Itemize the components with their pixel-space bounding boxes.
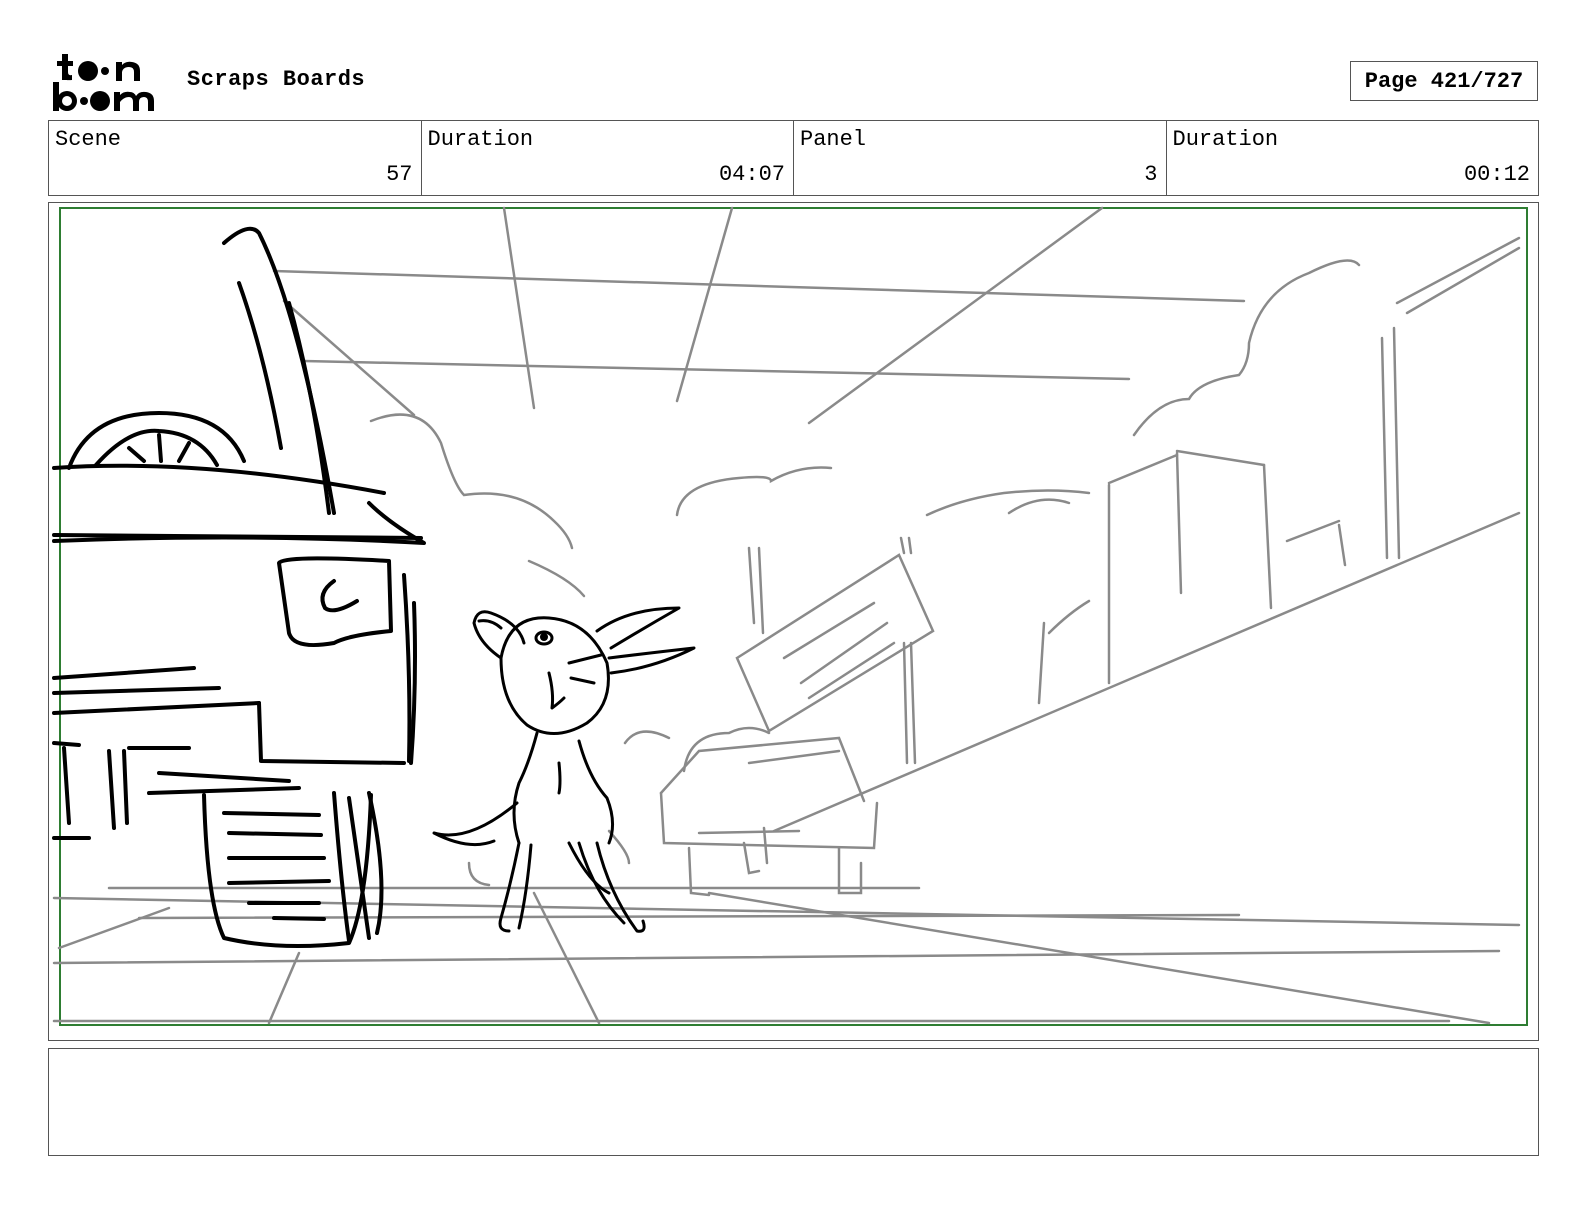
scene-cell: Scene 57 [49, 121, 422, 195]
panel-number: 3 [1144, 162, 1158, 187]
panel-info-bar: Scene 57 Duration 04:07 Panel 3 Duration… [48, 120, 1539, 196]
scene-label: Scene [55, 127, 122, 152]
dog-character-sketch [432, 606, 696, 933]
scene-number: 57 [386, 162, 413, 187]
panel-duration-label: Duration [1172, 127, 1279, 152]
scene-duration-cell: Duration 04:07 [422, 121, 794, 195]
scene-duration-value: 04:07 [718, 162, 785, 187]
truck-sketch [52, 226, 426, 949]
storyboard-panel [48, 202, 1539, 1041]
panel-label: Panel [800, 127, 867, 152]
project-title: Scraps Boards [187, 67, 366, 92]
page-counter: Page 421/727 [1350, 61, 1538, 101]
panel-cell: Panel 3 [794, 121, 1167, 195]
scene-duration-label: Duration [427, 127, 534, 152]
panel-duration-value: 00:12 [1463, 162, 1530, 187]
logo-mark [53, 54, 154, 111]
panel-sketch [52, 206, 1528, 1026]
background-sketch [52, 206, 1521, 1025]
toon-boom-logo [50, 50, 168, 114]
panel-notes-box [48, 1048, 1539, 1156]
panel-duration-cell: Duration 00:12 [1167, 121, 1539, 195]
